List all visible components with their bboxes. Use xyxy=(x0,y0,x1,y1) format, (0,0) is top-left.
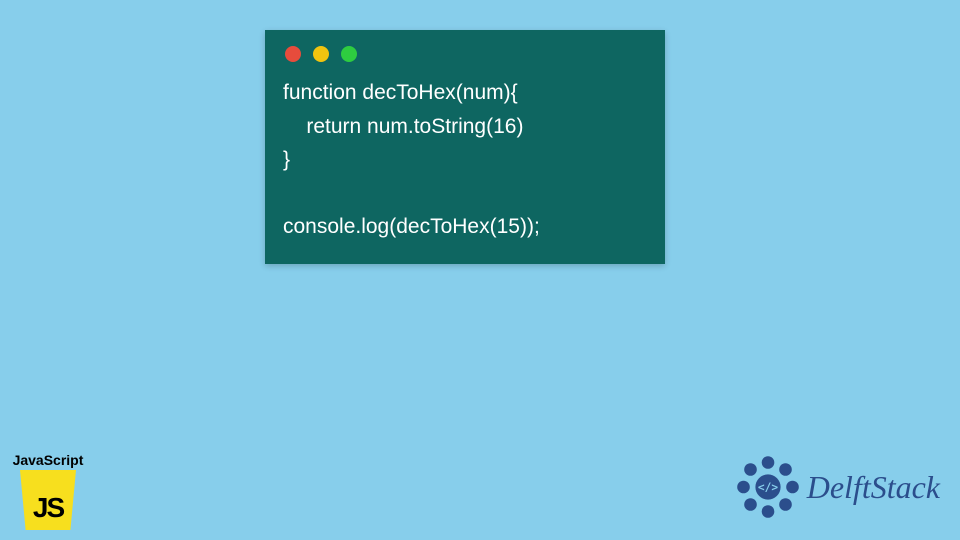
minimize-dot-icon xyxy=(313,46,329,62)
javascript-badge: JavaScript JS xyxy=(8,452,88,530)
javascript-label: JavaScript xyxy=(8,452,88,468)
traffic-lights xyxy=(283,46,647,62)
brand-name: DelftStack xyxy=(807,469,940,506)
brand: </> DelftStack xyxy=(733,452,940,522)
close-dot-icon xyxy=(285,46,301,62)
maximize-dot-icon xyxy=(341,46,357,62)
javascript-logo-icon: JS xyxy=(20,470,76,530)
code-window: function decToHex(num){ return num.toStr… xyxy=(265,30,665,264)
svg-text:</>: </> xyxy=(758,481,778,494)
javascript-logo-text: JS xyxy=(33,492,63,524)
code-content: function decToHex(num){ return num.toStr… xyxy=(283,76,647,244)
brand-flower-icon: </> xyxy=(733,452,803,522)
